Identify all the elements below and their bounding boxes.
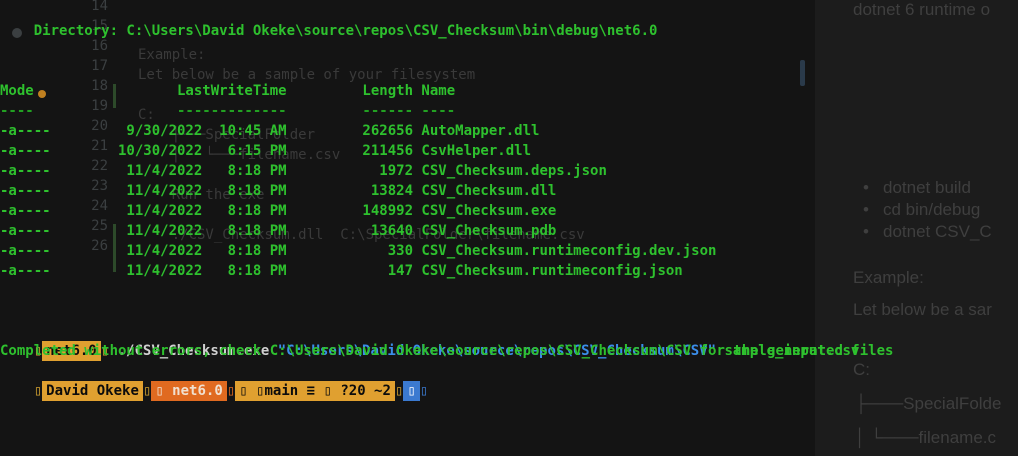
- listing-row: -a---- 11/4/2022 8:18 PM 148992 CSV_Chec…: [0, 203, 557, 219]
- listing-header-underline: ---- ------------- ------ ----: [0, 103, 456, 119]
- prompt-lead-glyph: ▯: [33, 383, 43, 399]
- listing-row: -a---- 11/4/2022 8:18 PM 330 CSV_Checksu…: [0, 243, 717, 259]
- prompt-cursor[interactable]: ▯: [420, 383, 428, 399]
- listing-row: -a---- 11/4/2022 8:18 PM 13824 CSV_Check…: [0, 183, 557, 199]
- listing-row: -a---- 11/4/2022 8:18 PM 147 CSV_Checksu…: [0, 263, 683, 279]
- terminal-output[interactable]: Directory: C:\Users\David Okeke\source\r…: [0, 0, 1018, 456]
- prompt-dir-segment: ▯ net6.0: [151, 381, 227, 401]
- listing-row: -a---- 11/4/2022 8:18 PM 13640 CSV_Check…: [0, 223, 557, 239]
- prompt-user-segment: David Okeke: [42, 381, 143, 401]
- listing-row: -a---- 10/30/2022 6:15 PM 211456 CsvHelp…: [0, 143, 532, 159]
- prompt-separator: ▯: [226, 383, 236, 399]
- listing-row: -a---- 9/30/2022 10:45 AM 262656 AutoMap…: [0, 123, 540, 139]
- prompt-line-2[interactable]: ▯ David Okeke ▯ ▯ net6.0 ▯ ▯ ▯main ≡ ▯ ?20 ~2…: [0, 361, 428, 421]
- prompt-git-segment: ▯ ▯main ≡ ▯ ?20 ~2: [235, 381, 395, 401]
- completion-message: Completed without errors, check C:\Users…: [0, 343, 894, 359]
- listing-row: -a---- 11/4/2022 8:18 PM 1972 CSV_Checks…: [0, 163, 607, 179]
- listing-header: Mode LastWriteTime Length Name: [0, 83, 456, 99]
- prompt-separator: ▯: [142, 383, 152, 399]
- prompt-end-segment: ▯: [403, 381, 420, 401]
- prompt-separator: ▯: [394, 383, 404, 399]
- directory-line: Directory: C:\Users\David Okeke\source\r…: [0, 23, 658, 39]
